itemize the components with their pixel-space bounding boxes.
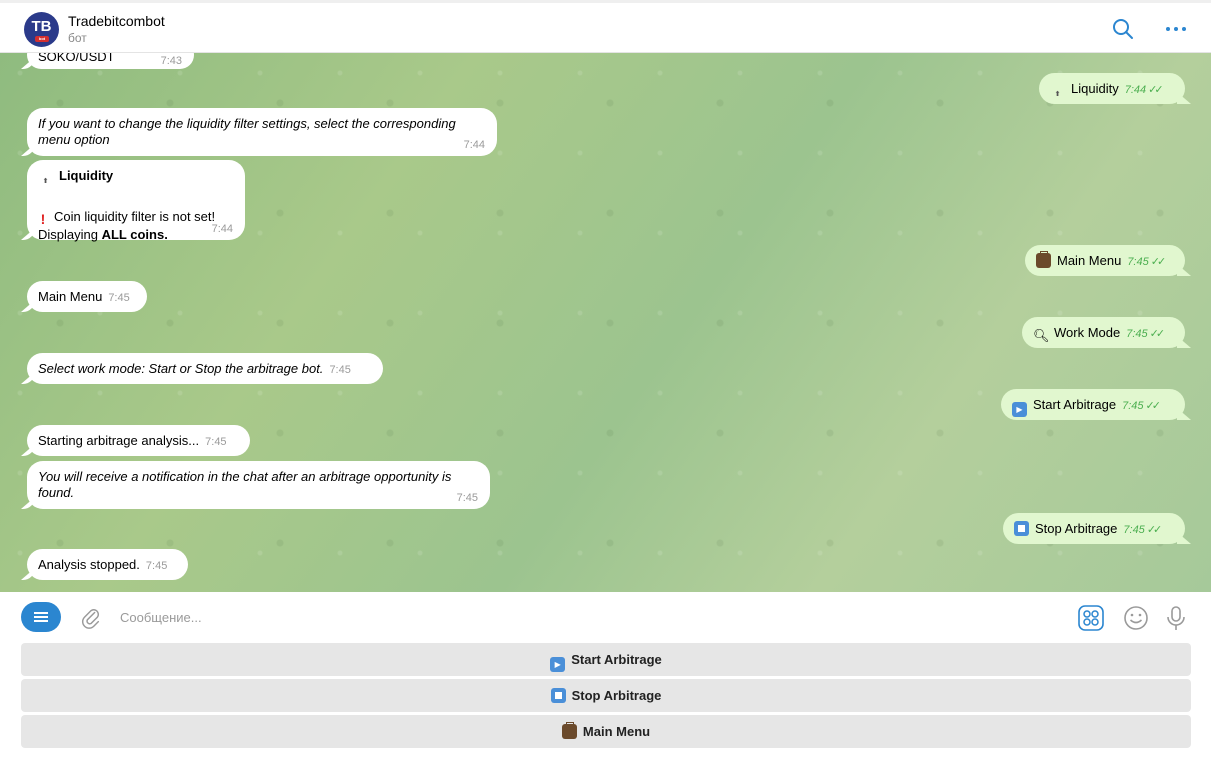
message-text: Select work mode: Start or Stop the arbi… (38, 361, 324, 376)
message-text: Stop Arbitrage (1035, 521, 1118, 536)
emoji-icon[interactable] (1123, 605, 1149, 631)
message-input[interactable] (112, 604, 1012, 630)
chat-history[interactable]: SOKO/USDT 7:43 ⬆ Liquidity 7:44 ✓✓ If you w… (0, 53, 1211, 592)
avatar-initials: TB (31, 18, 52, 35)
keyboard-button-label: Stop Arbitrage (571, 688, 662, 703)
read-check-icon: ✓✓ (1148, 84, 1164, 96)
message-text: Start Arbitrage (1033, 397, 1117, 412)
keyboard-button-main-menu[interactable]: Main Menu (21, 715, 1191, 748)
keyboard-button-start-arbitrage[interactable]: ▶ Start Arbitrage (21, 643, 1191, 676)
bot-commands-icon[interactable] (1078, 605, 1104, 631)
message-text: Starting arbitrage analysis... (38, 433, 200, 448)
play-button-icon: ▶ (1012, 402, 1027, 417)
read-check-icon: ✓✓ (1149, 328, 1166, 340)
message-text: Main Menu (38, 289, 103, 304)
read-check-icon: ✓✓ (1146, 524, 1163, 536)
play-button-icon: ▶ (550, 657, 566, 672)
message-time: 7:45 (205, 436, 227, 448)
paperclip-icon[interactable] (80, 606, 102, 630)
microphone-icon[interactable] (1163, 605, 1189, 631)
message-text: SOKO/USDT (38, 53, 115, 64)
message-time: 7:45 (1122, 400, 1144, 412)
message-time: 7:44 (211, 223, 233, 235)
top-arrow-icon: ⬆ (42, 178, 49, 185)
message-time: 7:45 (1126, 328, 1148, 340)
message-text: Main Menu (1057, 253, 1122, 268)
message-time: 7:44 (1124, 84, 1147, 96)
message-incoming: SOKO/USDT 7:43 (27, 53, 194, 69)
keyboard-button-label: Main Menu (582, 724, 651, 739)
message-time: 7:45 (145, 560, 168, 572)
message-time: 7:45 (1127, 256, 1149, 268)
message-text: You will receive a notification in the c… (38, 469, 452, 500)
briefcase-icon (1036, 251, 1051, 268)
message-title: ⬆ Liquidity (38, 168, 234, 193)
bot-avatar[interactable]: TB bot (24, 12, 59, 47)
message-outgoing: Main Menu 7:45 ✓✓ (1025, 245, 1185, 276)
message-warning: ! Coin liquidity filter is not set! (38, 209, 234, 227)
magnifier-icon: 🔍︎ (1033, 328, 1050, 343)
avatar-tag: bot (35, 36, 49, 42)
message-time: 7:43 (160, 55, 182, 67)
stop-button-icon (550, 688, 566, 703)
message-text: Work Mode (1054, 325, 1121, 340)
message-incoming: ⬆ Liquidity ! Coin liquidity filter is not… (27, 160, 245, 242)
read-check-icon: ✓✓ (1150, 256, 1167, 268)
message-incoming: If you want to change the liquidity filt… (27, 108, 497, 156)
message-time: 7:45 (1123, 524, 1145, 536)
message-time: 7:44 (463, 139, 485, 151)
keyboard-button-label: Start Arbitrage (571, 652, 662, 667)
message-text: Liquidity (1071, 81, 1119, 96)
chat-title[interactable]: Tradebitcombot (68, 13, 165, 29)
briefcase-icon (561, 722, 577, 739)
message-incoming: You will receive a notification in the c… (27, 461, 490, 509)
message-outgoing: ⬆ Liquidity 7:44 ✓✓ (1039, 73, 1185, 104)
message-incoming: Main Menu 7:45 (27, 281, 147, 312)
message-incoming: Starting arbitrage analysis... 7:45 (27, 425, 250, 456)
message-text: If you want to change the liquidity filt… (38, 116, 456, 147)
message-line: Displaying ALL coins. (38, 227, 168, 242)
message-time: 7:45 (456, 492, 478, 504)
more-options-icon[interactable] (1164, 17, 1188, 41)
chat-header: TB bot Tradebitcombot бот (0, 0, 1211, 53)
stop-button-icon (1014, 521, 1029, 536)
message-time: 7:45 (329, 364, 351, 376)
search-icon[interactable] (1111, 17, 1135, 41)
top-arrow-icon: ⬆ (1054, 91, 1061, 98)
message-outgoing: 🔍︎ Work Mode 7:45 ✓✓ (1022, 317, 1185, 348)
bot-menu-button[interactable] (21, 602, 61, 632)
message-text: Analysis stopped. (38, 557, 140, 572)
message-incoming: Select work mode: Start or Stop the arbi… (27, 353, 383, 384)
composer-bar (0, 592, 1211, 642)
message-outgoing: Stop Arbitrage 7:45 ✓✓ (1003, 513, 1185, 544)
message-time: 7:45 (108, 292, 130, 304)
chat-subtitle: бот (68, 31, 87, 45)
message-outgoing: ▶ Start Arbitrage 7:45 ✓✓ (1001, 389, 1185, 420)
message-incoming: Analysis stopped. 7:45 (27, 549, 188, 580)
exclamation-icon: ! (40, 211, 46, 227)
keyboard-button-stop-arbitrage[interactable]: Stop Arbitrage (21, 679, 1191, 712)
read-check-icon: ✓✓ (1145, 400, 1162, 412)
